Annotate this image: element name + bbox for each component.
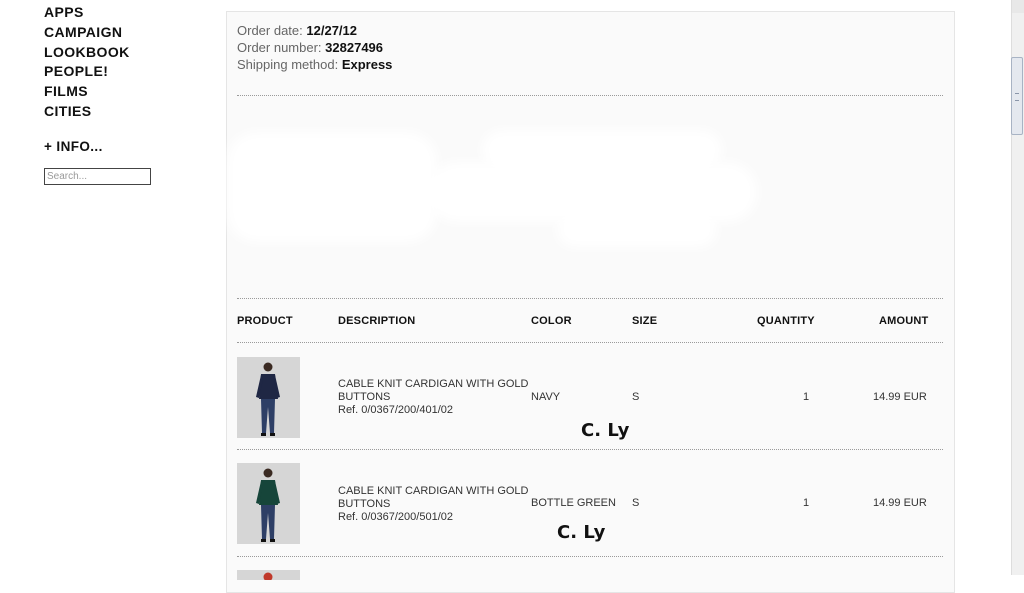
order-number-value: 32827496 bbox=[325, 40, 384, 55]
item-quantity: 1 bbox=[803, 391, 810, 403]
item-name-line1: CABLE KNIT CARDIGAN WITH GOLD bbox=[338, 378, 529, 390]
item-color: NAVY bbox=[531, 391, 561, 403]
nav-item-people[interactable]: PEOPLE! bbox=[44, 62, 130, 82]
item-quantity: 1 bbox=[803, 497, 810, 509]
redacted-area bbox=[482, 130, 722, 170]
divider bbox=[237, 556, 943, 557]
item-name-line2: BUTTONS bbox=[338, 498, 391, 510]
search-input[interactable] bbox=[44, 168, 151, 185]
redacted-area bbox=[557, 212, 717, 247]
header-product: PRODUCT bbox=[237, 315, 293, 327]
shipping-method-value: Express bbox=[341, 57, 393, 72]
order-number-row: Order number: 32827496 bbox=[237, 39, 392, 56]
info-link[interactable]: + INFO... bbox=[44, 139, 103, 154]
item-size: S bbox=[632, 497, 640, 509]
item-name-line1: CABLE KNIT CARDIGAN WITH GOLD bbox=[338, 485, 529, 497]
header-quantity: QUANTITY bbox=[757, 315, 815, 327]
header-color: COLOR bbox=[531, 315, 572, 327]
item-color: BOTTLE GREEN bbox=[531, 497, 616, 509]
item-amount: 14.99 EUR bbox=[873, 391, 927, 403]
nav-item-cities[interactable]: CITIES bbox=[44, 102, 130, 122]
item-amount: 14.99 EUR bbox=[873, 497, 927, 509]
redacted-area bbox=[227, 132, 437, 242]
order-date-row: Order date: 12/27/12 bbox=[237, 22, 392, 39]
main-nav: APPS CAMPAIGN LOOKBOOK PEOPLE! FILMS CIT… bbox=[44, 3, 130, 122]
product-thumbnail[interactable] bbox=[237, 570, 300, 580]
shipping-method-label: Shipping method: bbox=[237, 57, 339, 72]
nav-item-films[interactable]: FILMS bbox=[44, 82, 130, 102]
divider bbox=[237, 449, 943, 450]
header-amount: AMOUNT bbox=[879, 315, 929, 327]
order-panel: Order date: 12/27/12 Order number: 32827… bbox=[226, 11, 955, 593]
item-description: CABLE KNIT CARDIGAN WITH GOLD BUTTONS Re… bbox=[338, 485, 529, 524]
item-size: S bbox=[632, 391, 640, 403]
product-thumbnail[interactable] bbox=[237, 463, 300, 544]
scrollbar-thumb[interactable] bbox=[1011, 57, 1023, 135]
product-image bbox=[237, 463, 300, 544]
order-date-label: Order date: bbox=[237, 23, 303, 38]
divider bbox=[237, 298, 943, 299]
product-thumbnail[interactable] bbox=[237, 357, 300, 438]
divider bbox=[237, 342, 943, 343]
item-ref: Ref. 0/0367/200/501/02 bbox=[338, 511, 453, 523]
watermark: C. Ly bbox=[581, 420, 630, 441]
divider bbox=[237, 95, 943, 96]
grip-icon bbox=[1015, 93, 1019, 101]
product-image bbox=[237, 357, 300, 438]
item-ref: Ref. 0/0367/200/401/02 bbox=[338, 404, 453, 416]
nav-item-campaign[interactable]: CAMPAIGN bbox=[44, 23, 130, 43]
product-image bbox=[237, 570, 300, 580]
order-meta: Order date: 12/27/12 Order number: 32827… bbox=[237, 22, 392, 73]
scroll-up-arrow-icon[interactable] bbox=[1012, 0, 1024, 13]
vertical-scrollbar[interactable] bbox=[1011, 0, 1024, 575]
watermark: C. Ly bbox=[557, 522, 606, 543]
nav-item-lookbook[interactable]: LOOKBOOK bbox=[44, 43, 130, 63]
item-name-line2: BUTTONS bbox=[338, 391, 391, 403]
item-description: CABLE KNIT CARDIGAN WITH GOLD BUTTONS Re… bbox=[338, 378, 529, 417]
header-description: DESCRIPTION bbox=[338, 315, 416, 327]
header-size: SIZE bbox=[632, 315, 658, 327]
shipping-method-row: Shipping method: Express bbox=[237, 56, 392, 73]
nav-item-apps[interactable]: APPS bbox=[44, 3, 130, 23]
order-date-value: 12/27/12 bbox=[306, 23, 357, 38]
order-number-label: Order number: bbox=[237, 40, 322, 55]
